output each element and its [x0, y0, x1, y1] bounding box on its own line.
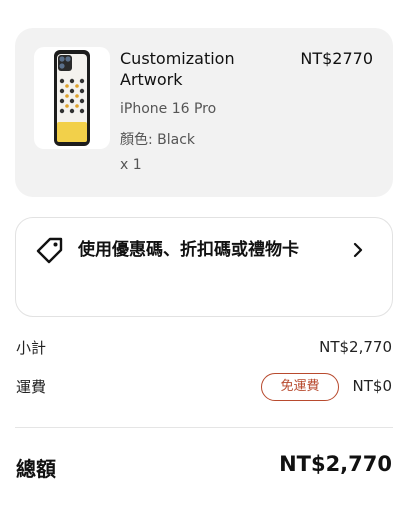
summary-divider	[15, 427, 393, 428]
cart-item-card: Customization Artwork NT$2770 iPhone 16 …	[15, 28, 393, 197]
phone-case-image	[54, 50, 90, 146]
promo-code-button[interactable]: 使用優惠碼、折扣碼或禮物卡	[15, 217, 393, 317]
chevron-right-icon	[353, 242, 363, 258]
subtotal-value: NT$2,770	[319, 338, 392, 356]
product-color: 顏色: Black	[120, 132, 196, 148]
product-quantity: x 1	[120, 157, 142, 173]
product-price: NT$2770	[300, 49, 373, 68]
product-thumbnail[interactable]	[34, 47, 110, 149]
tag-icon	[36, 237, 63, 264]
total-label: 總額	[16, 457, 56, 481]
product-name[interactable]: Customization Artwork	[120, 48, 290, 90]
subtotal-label: 小計	[16, 339, 47, 357]
free-shipping-badge: 免運費	[261, 373, 339, 401]
total-value: NT$2,770	[279, 452, 392, 476]
shipping-value: NT$0	[352, 377, 392, 395]
promo-code-label: 使用優惠碼、折扣碼或禮物卡	[78, 240, 299, 260]
shipping-label: 運費	[16, 378, 47, 396]
product-model: iPhone 16 Pro	[120, 101, 217, 117]
